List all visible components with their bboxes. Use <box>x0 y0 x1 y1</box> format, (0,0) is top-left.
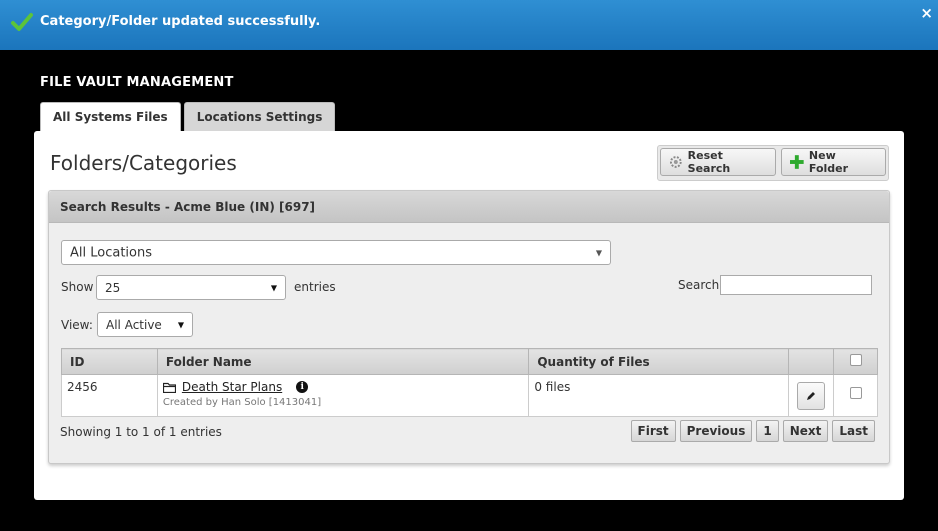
location-select-value: All Locations <box>70 245 153 260</box>
entries-select-value: 25 <box>105 280 121 295</box>
gear-icon <box>669 156 682 168</box>
tab-bar: All Systems Files Locations Settings <box>40 102 336 131</box>
plus-icon <box>790 155 804 169</box>
dropdown-arrow-icon: ▼ <box>595 248 602 257</box>
close-icon[interactable]: × <box>920 4 933 22</box>
cell-edit <box>788 374 834 417</box>
previous-page-button[interactable]: Previous <box>679 420 753 442</box>
column-id[interactable]: ID <box>61 348 158 375</box>
location-select[interactable]: All Locations ▼ <box>61 240 611 265</box>
new-folder-label: New Folder <box>808 149 849 175</box>
search-results-header: Search Results - Acme Blue (IN) [697] <box>49 191 889 223</box>
cell-id: 2456 <box>61 374 158 417</box>
dropdown-arrow-icon: ▼ <box>270 283 277 292</box>
action-button-group: Reset Search New Folder <box>657 145 889 181</box>
folder-name-link[interactable]: Death Star Plans <box>182 380 282 394</box>
view-select-value: All Active <box>106 317 162 332</box>
pencil-icon <box>807 392 815 400</box>
created-by-text: Created by Han Solo [1413041] <box>162 397 322 408</box>
tab-all-systems-files[interactable]: All Systems Files <box>40 102 181 131</box>
next-page-button[interactable]: Next <box>782 420 829 442</box>
pagination: First Previous 1 Next Last <box>630 420 875 442</box>
page-1-button[interactable]: 1 <box>756 420 779 442</box>
cell-select <box>833 374 878 417</box>
table-info: Showing 1 to 1 of 1 entries <box>60 425 222 439</box>
last-page-button[interactable]: Last <box>832 420 875 442</box>
edit-button[interactable] <box>797 382 825 410</box>
success-notification: Category/Folder updated successfully. × <box>0 0 938 50</box>
show-label: Show <box>61 280 94 294</box>
first-page-button[interactable]: First <box>630 420 676 442</box>
view-select[interactable]: All Active ▼ <box>97 312 193 337</box>
tab-locations-settings[interactable]: Locations Settings <box>183 102 336 131</box>
entries-label: entries <box>294 280 336 294</box>
entries-select[interactable]: 25 ▼ <box>96 275 286 300</box>
dropdown-arrow-icon: ▼ <box>177 320 184 329</box>
panel-heading: Folders/Categories <box>50 151 237 175</box>
search-results-box: Search Results - Acme Blue (IN) [697] Al… <box>48 190 890 464</box>
table-header-row: ID Folder Name Quantity of Files <box>61 348 878 375</box>
notification-message: Category/Folder updated successfully. <box>40 14 321 29</box>
folder-icon <box>162 382 176 393</box>
cell-folder-name: Death Star Plans i Created by Han Solo [… <box>156 374 530 417</box>
select-all-checkbox[interactable] <box>849 354 862 366</box>
column-actions <box>788 348 834 375</box>
new-folder-button[interactable]: New Folder <box>781 148 886 176</box>
reset-search-button[interactable]: Reset Search <box>660 148 777 176</box>
column-select <box>833 348 878 375</box>
check-icon <box>11 13 33 31</box>
view-label: View: <box>61 318 93 332</box>
main-panel: Folders/Categories Reset Search New Fold… <box>34 131 904 500</box>
reset-search-label: Reset Search <box>687 149 731 175</box>
search-input[interactable] <box>720 275 872 295</box>
column-folder-name[interactable]: Folder Name <box>156 348 530 375</box>
column-quantity[interactable]: Quantity of Files <box>528 348 790 375</box>
row-checkbox[interactable] <box>849 387 862 399</box>
table-row: 2456 Death Star Plans i Created by Han S… <box>61 374 878 417</box>
folders-table: ID Folder Name Quantity of Files 2456 De… <box>61 348 878 417</box>
page-title: FILE VAULT MANAGEMENT <box>40 75 234 90</box>
search-label: Search: <box>678 278 724 292</box>
cell-quantity: 0 files <box>528 374 790 417</box>
info-icon[interactable]: i <box>296 381 309 393</box>
